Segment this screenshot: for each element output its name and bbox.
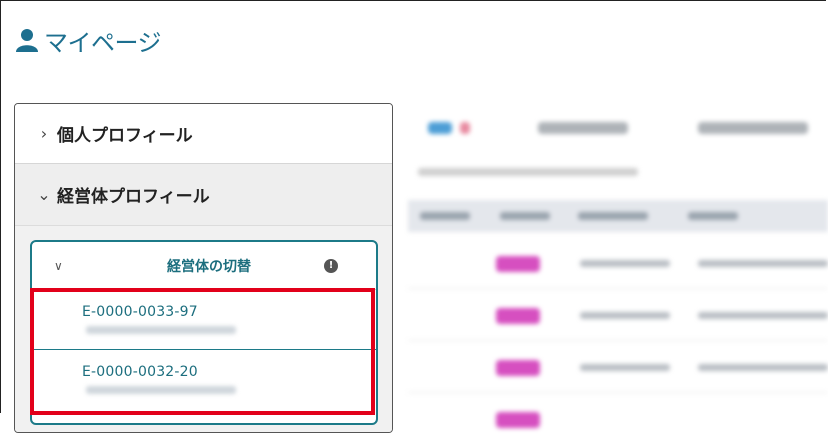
entity-code: E-0000-0033-97 [82, 304, 198, 320]
switcher-header[interactable]: ∨ 経営体の切替 ! [32, 242, 376, 290]
accordion-personal-profile[interactable]: › 個人プロフィール [15, 104, 392, 164]
table-cell [580, 364, 670, 371]
switcher-label: 経営体の切替 [167, 258, 251, 275]
note-text [418, 168, 638, 176]
status-badge [496, 412, 540, 428]
table-cell [580, 312, 670, 319]
column-header[interactable] [578, 212, 648, 220]
table-cell [698, 260, 828, 267]
table-row[interactable] [408, 290, 828, 341]
column-header[interactable] [420, 212, 470, 220]
chevron-down-icon: ⌄ [37, 185, 51, 204]
tab-active[interactable] [428, 122, 452, 134]
business-switcher: ∨ 経営体の切替 ! E-0000-0033-97 E-0000-0032-20 [30, 240, 378, 425]
page-title-text: マイページ [44, 28, 162, 57]
status-badge [496, 308, 540, 324]
tab-badge [460, 122, 470, 134]
tab[interactable] [698, 122, 808, 134]
table-row[interactable] [408, 238, 828, 289]
entity-option[interactable]: E-0000-0032-20 [32, 350, 376, 410]
table-row[interactable] [408, 342, 828, 393]
blurred-content [408, 100, 828, 428]
tab-bar [408, 112, 828, 148]
entity-option[interactable]: E-0000-0033-97 [32, 290, 376, 350]
page-title: マイページ [14, 24, 162, 57]
column-header[interactable] [500, 212, 550, 220]
table-cell [698, 312, 828, 319]
table-cell [580, 260, 670, 267]
table-row[interactable] [408, 394, 828, 444]
entity-name-blurred [86, 326, 236, 334]
accordion-label: 経営体プロフィール [57, 187, 210, 207]
table-cell [698, 364, 828, 371]
column-header[interactable] [688, 212, 738, 220]
user-icon [16, 29, 38, 52]
entity-name-blurred [86, 386, 236, 394]
tab[interactable] [538, 122, 628, 134]
accordion-label: 個人プロフィール [57, 126, 193, 146]
info-icon[interactable]: ! [324, 258, 338, 273]
chevron-down-icon: ∨ [54, 258, 63, 273]
status-badge [496, 256, 540, 272]
entity-code: E-0000-0032-20 [82, 364, 198, 380]
accordion-business-profile[interactable]: ⌄ 経営体プロフィール [15, 164, 392, 226]
table-header [408, 200, 828, 232]
chevron-right-icon: › [40, 124, 48, 143]
status-badge [496, 360, 540, 376]
